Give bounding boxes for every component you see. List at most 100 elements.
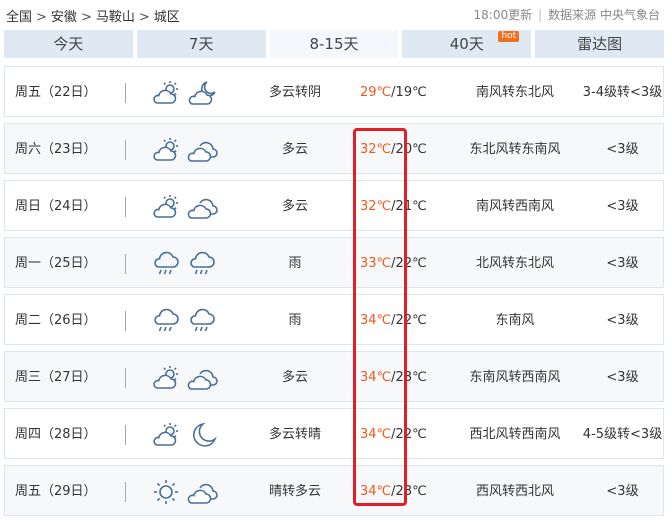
forecast-tabs: 今天 7天 8-15天 40天 hot 雷达图 (4, 30, 664, 58)
weather-desc: 多云 (281, 370, 308, 385)
wind-level: <3级 (606, 142, 639, 157)
weather-desc: 多云转晴 (268, 427, 321, 442)
wind-level: <3级 (606, 199, 639, 214)
high-temp: 29℃ (360, 85, 392, 100)
forecast-row: 周二（26日） 雨 34℃/22℃ 东南风 <3级 (4, 294, 664, 345)
wind-direction: 西风转西北风 (475, 484, 554, 499)
top-bar: 全国 > 安徽 > 马鞍山 > 城区 18:00更新 | 数据来源 中央气象台 (0, 0, 672, 28)
day-label: 周三（27日） (15, 370, 97, 385)
row-divider (125, 197, 126, 217)
breadcrumb: 全国 > 安徽 > 马鞍山 > 城区 (6, 6, 180, 25)
forecast-list: 周五（22日） 多云转阴 29℃/19℃ 南风转东北风 3-4级转<3级 周六（23日） 多… (4, 66, 664, 522)
low-temp: 23℃ (395, 484, 427, 499)
cloudy-icon (187, 136, 219, 164)
breadcrumb-item-city[interactable]: 马鞍山 (96, 10, 135, 25)
low-temp: 20℃ (395, 142, 427, 157)
wind-direction: 东北风转东南风 (469, 142, 561, 157)
rain-icon (151, 250, 181, 278)
wind-direction: 东南风转西南风 (469, 370, 561, 385)
temperature: 32℃/21℃ (360, 181, 450, 232)
low-temp: 21℃ (395, 199, 427, 214)
forecast-row: 周日（24日） 多云 32℃/21℃ 南风转西南风 <3级 (4, 180, 664, 231)
tab-radar[interactable]: 雷达图 (535, 30, 664, 58)
wind-direction: 南风转西南风 (475, 199, 554, 214)
day-label: 周二（26日） (15, 313, 97, 328)
forecast-row: 周六（23日） 多云 32℃/20℃ 东北风转东南风 <3级 (4, 123, 664, 174)
row-divider (125, 368, 126, 388)
tab-label: 7天 (188, 35, 214, 53)
forecast-row: 周五（29日） 晴转多云 34℃/23℃ 西风转西北风 <3级 (4, 465, 664, 516)
temperature: 34℃/23℃ (360, 466, 450, 517)
low-temp: 23℃ (395, 370, 427, 385)
day-label: 周五（29日） (15, 484, 97, 499)
temperature: 34℃/23℃ (360, 352, 450, 403)
tab-label: 8-15天 (309, 35, 359, 53)
sun-icon (151, 478, 181, 506)
weather-desc: 晴转多云 (268, 484, 321, 499)
wind-level: 3-4级转<3级 (582, 85, 663, 100)
high-temp: 34℃ (360, 484, 392, 499)
weather-desc: 雨 (288, 256, 302, 271)
meta-divider: | (538, 8, 543, 22)
partly-cloudy-day-icon (151, 193, 181, 221)
cloudy-icon (187, 478, 219, 506)
row-divider (125, 254, 126, 274)
tab-label: 雷达图 (577, 35, 623, 53)
day-label: 周四（28日） (15, 427, 97, 442)
wind-direction: 北风转东北风 (475, 256, 554, 271)
row-divider (125, 482, 126, 502)
weather-desc: 多云 (281, 142, 308, 157)
temperature: 29℃/19℃ (360, 67, 450, 118)
breadcrumb-separator: > (138, 10, 150, 25)
hot-badge: hot (498, 31, 520, 42)
temperature: 33℃/22℃ (360, 238, 450, 289)
wind-direction: 西北风转西南风 (469, 427, 561, 442)
low-temp: 22℃ (395, 427, 427, 442)
breadcrumb-separator: > (80, 10, 92, 25)
low-temp: 19℃ (395, 85, 427, 100)
wind-level: <3级 (606, 313, 639, 328)
tab-7-days[interactable]: 7天 (136, 30, 266, 58)
breadcrumb-item-district: 城区 (153, 10, 180, 25)
row-divider (125, 83, 126, 103)
temperature: 32℃/20℃ (360, 124, 450, 175)
tab-8-15-days[interactable]: 8-15天 (269, 30, 399, 58)
update-time: 18:00更新 (473, 8, 533, 22)
wind-level: <3级 (606, 256, 639, 271)
cloudy-icon (187, 364, 219, 392)
partly-cloudy-day-icon (151, 79, 181, 107)
tab-label: 40天 (449, 35, 484, 53)
tab-label: 今天 (53, 35, 84, 53)
update-meta: 18:00更新 | 数据来源 中央气象台 (474, 6, 660, 23)
row-divider (125, 425, 126, 445)
tab-40-days[interactable]: 40天 hot (402, 30, 532, 58)
high-temp: 32℃ (360, 199, 392, 214)
day-label: 周五（22日） (15, 85, 97, 100)
row-divider (125, 140, 126, 160)
data-source: 数据来源 中央气象台 (548, 8, 660, 22)
breadcrumb-separator: > (36, 10, 47, 25)
wind-direction: 东南风 (495, 313, 535, 328)
tab-today[interactable]: 今天 (4, 30, 133, 58)
wind-level: <3级 (606, 484, 639, 499)
forecast-row: 周一（25日） 雨 33℃/22℃ 北风转东北风 <3级 (4, 237, 664, 288)
temperature: 34℃/22℃ (360, 409, 450, 460)
low-temp: 22℃ (395, 256, 427, 271)
rain-icon (187, 307, 219, 335)
partly-cloudy-night-icon (187, 79, 219, 107)
breadcrumb-item-country[interactable]: 全国 (6, 10, 32, 25)
temperature: 34℃/22℃ (360, 295, 450, 346)
high-temp: 34℃ (360, 313, 392, 328)
day-label: 周日（24日） (15, 199, 97, 214)
breadcrumb-item-province[interactable]: 安徽 (51, 10, 77, 25)
rain-icon (151, 307, 181, 335)
high-temp: 34℃ (360, 370, 392, 385)
high-temp: 34℃ (360, 427, 392, 442)
partly-cloudy-day-icon (151, 421, 181, 449)
cloudy-icon (187, 193, 219, 221)
wind-level: <3级 (606, 370, 639, 385)
partly-cloudy-day-icon (151, 364, 181, 392)
low-temp: 22℃ (395, 313, 427, 328)
high-temp: 32℃ (360, 142, 392, 157)
weather-desc: 雨 (288, 313, 302, 328)
